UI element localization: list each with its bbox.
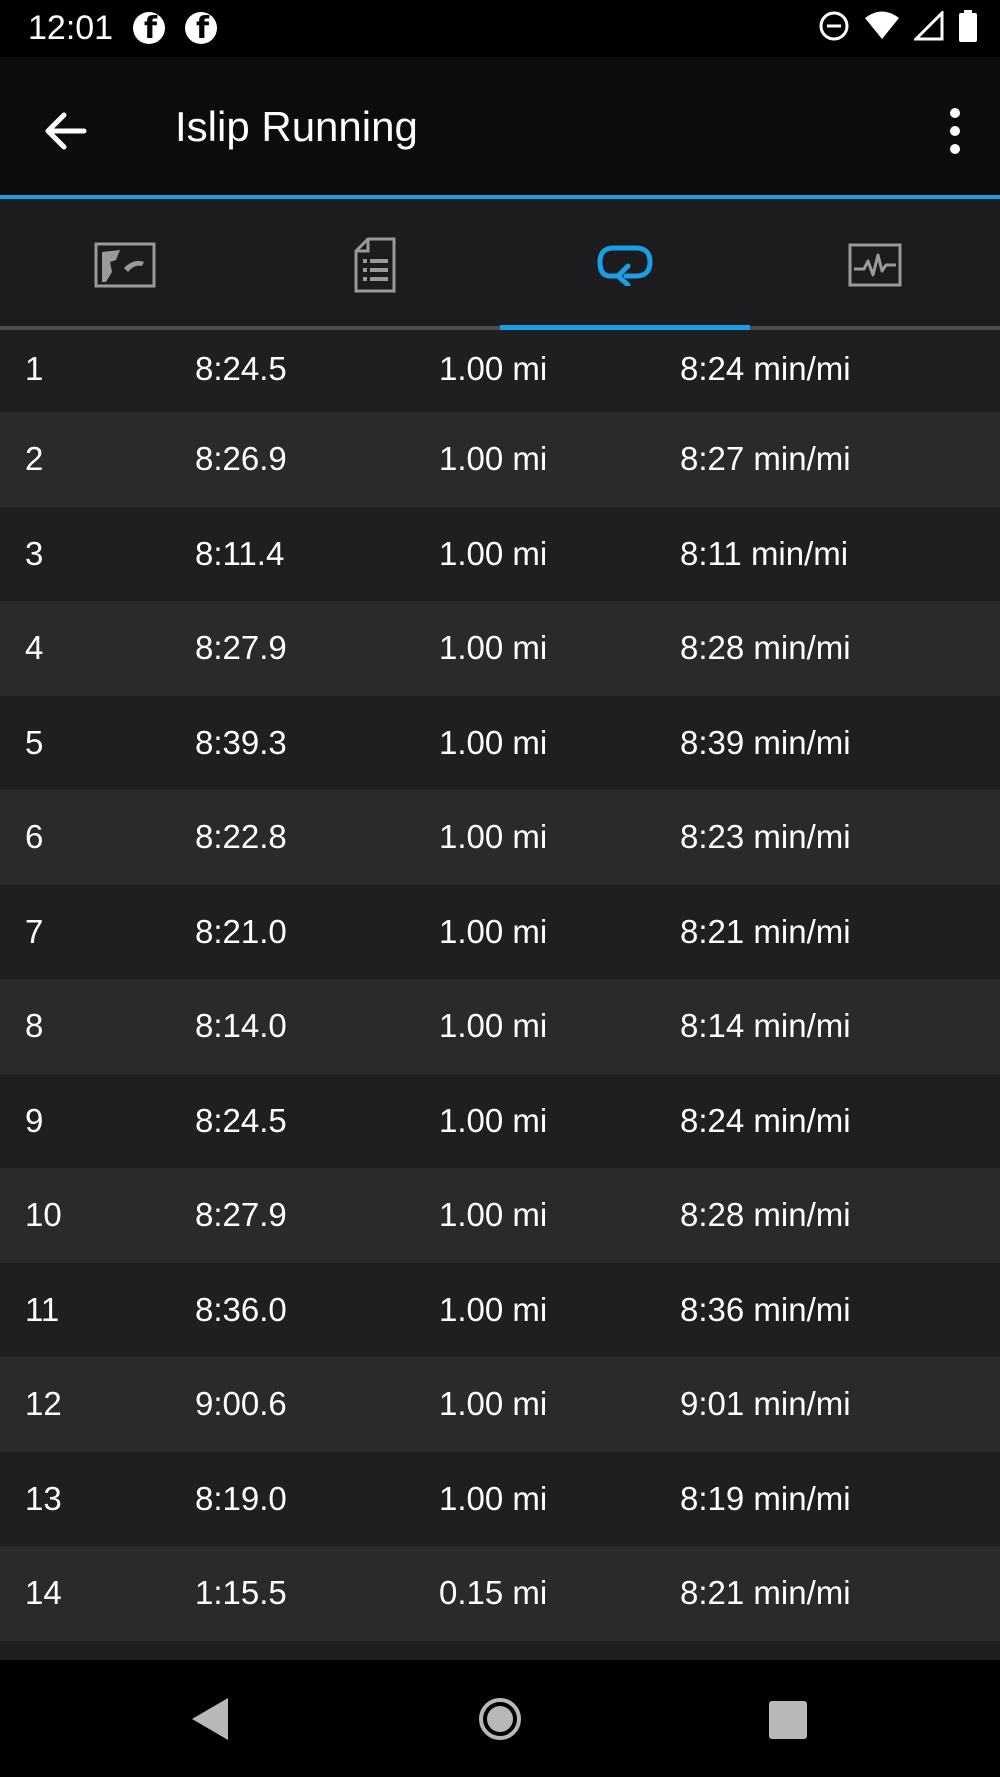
lap-distance: 1.00 mi [439,440,548,478]
lap-distance: 0.15 mi [439,1574,548,1612]
lap-pace: 8:36 min/mi [680,1290,851,1328]
lap-time: 8:27.9 [195,629,287,667]
lap-time: 8:24.5 [195,350,287,387]
lap-distance: 1.00 mi [439,534,548,572]
lap-distance: 1.00 mi [439,350,548,387]
wifi-icon [865,11,899,39]
tab-laps[interactable] [500,199,750,330]
lap-time: 9:00.6 [195,1385,287,1423]
lap-pace: 8:24 min/mi [680,350,851,387]
map-icon [94,242,156,287]
lap-pace: 9:01 min/mi [680,1385,851,1423]
lap-number: 4 [25,629,44,667]
lap-time: 8:21.0 [195,912,287,950]
lap-time: 8:39.3 [195,723,287,761]
table-row[interactable]: 9 8:24.5 1.00 mi 8:24 min/mi [0,1073,1000,1168]
nav-recents-icon[interactable] [769,1701,807,1739]
lap-pace: 8:27 min/mi [680,440,851,478]
document-list-icon [354,237,396,292]
table-row[interactable]: 6 8:22.8 1.00 mi 8:23 min/mi [0,790,1000,885]
lap-number: 5 [25,723,44,761]
table-row[interactable]: 8 8:14.0 1.00 mi 8:14 min/mi [0,979,1000,1074]
lap-time: 8:26.9 [195,440,287,478]
lap-pace: 8:19 min/mi [680,1479,851,1517]
lap-pace: 8:21 min/mi [680,912,851,950]
more-vert-icon[interactable] [940,105,970,157]
lap-number: 1 [25,350,44,387]
nav-home-icon[interactable] [478,1697,522,1741]
lap-number: 6 [25,818,44,856]
system-icons [818,10,978,42]
tab-bar [0,199,1000,330]
notification-icons: f f [133,12,217,44]
lap-distance: 1.00 mi [439,1290,548,1328]
lap-time: 8:19.0 [195,1479,287,1517]
lap-time: 8:27.9 [195,1196,287,1234]
lap-time: 8:36.0 [195,1290,287,1328]
laps-icon [597,245,653,286]
navigation-bar [0,1660,1000,1777]
table-row[interactable]: 7 8:21.0 1.00 mi 8:21 min/mi [0,884,1000,979]
arrow-back-icon[interactable] [38,103,94,159]
chart-icon [848,243,902,286]
facebook-icon: f [133,12,165,44]
lap-distance: 1.00 mi [439,1385,548,1423]
lap-distance: 1.00 mi [439,818,548,856]
lap-number: 9 [25,1101,44,1139]
lap-distance: 1.00 mi [439,1101,548,1139]
lap-number: 11 [25,1290,60,1328]
lap-distance: 1.00 mi [439,723,548,761]
table-row[interactable]: 12 9:00.6 1.00 mi 9:01 min/mi [0,1357,1000,1452]
nav-back-icon[interactable] [190,1696,230,1742]
table-row[interactable]: 14 1:15.5 0.15 mi 8:21 min/mi [0,1546,1000,1641]
lap-time: 8:22.8 [195,818,287,856]
lap-time: 1:15.5 [195,1574,287,1612]
table-row[interactable]: 4 8:27.9 1.00 mi 8:28 min/mi [0,601,1000,696]
lap-number: 12 [25,1385,62,1423]
lap-time: 8:11.4 [195,534,285,572]
lap-pace: 8:21 min/mi [680,1574,851,1612]
lap-pace: 8:24 min/mi [680,1101,851,1139]
lap-distance: 1.00 mi [439,629,548,667]
lap-pace: 8:14 min/mi [680,1007,851,1045]
lap-distance: 1.00 mi [439,1196,548,1234]
battery-icon [959,10,977,42]
lap-distance: 1.00 mi [439,1479,548,1517]
lap-pace: 8:23 min/mi [680,818,851,856]
app-bar: Islip Running [0,57,1000,195]
lap-pace: 8:11 min/mi [680,534,849,572]
table-row[interactable]: 10 8:27.9 1.00 mi 8:28 min/mi [0,1168,1000,1263]
lap-number: 3 [25,534,44,572]
table-row[interactable]: 2 8:26.9 1.00 mi 8:27 min/mi [0,412,1000,507]
lap-pace: 8:28 min/mi [680,629,851,667]
lap-distance: 1.00 mi [439,912,548,950]
lap-time: 8:14.0 [195,1007,287,1045]
tab-charts[interactable] [750,199,1000,330]
facebook-icon: f [185,12,217,44]
lap-number: 14 [25,1574,62,1612]
lap-pace: 8:39 min/mi [680,723,851,761]
table-row[interactable]: 13 8:19.0 1.00 mi 8:19 min/mi [0,1451,1000,1546]
cell-signal-icon [914,11,944,41]
status-bar: 12:01 f f [0,0,1000,57]
lap-number: 2 [25,440,44,478]
table-row[interactable]: 3 8:11.4 1.00 mi 8:11 min/mi [0,506,1000,601]
lap-distance: 1.00 mi [439,1007,548,1045]
table-row[interactable]: 11 8:36.0 1.00 mi 8:36 min/mi [0,1262,1000,1357]
tab-map[interactable] [0,199,250,330]
table-row[interactable]: 1 8:24.5 1.00 mi 8:24 min/mi [0,330,1000,412]
page-title: Islip Running [175,103,418,150]
tab-details[interactable] [250,199,500,330]
lap-pace: 8:28 min/mi [680,1196,851,1234]
do-not-disturb-icon [819,11,849,41]
lap-number: 7 [25,912,44,950]
laps-table: 1 8:24.5 1.00 mi 8:24 min/mi 2 8:26.9 1.00 mi 8… [0,330,1000,1660]
lap-time: 8:24.5 [195,1101,287,1139]
status-time: 12:01 [28,9,114,47]
lap-number: 10 [25,1196,62,1234]
lap-number: 8 [25,1007,44,1045]
lap-number: 13 [25,1479,62,1517]
table-row[interactable]: 5 8:39.3 1.00 mi 8:39 min/mi [0,695,1000,790]
